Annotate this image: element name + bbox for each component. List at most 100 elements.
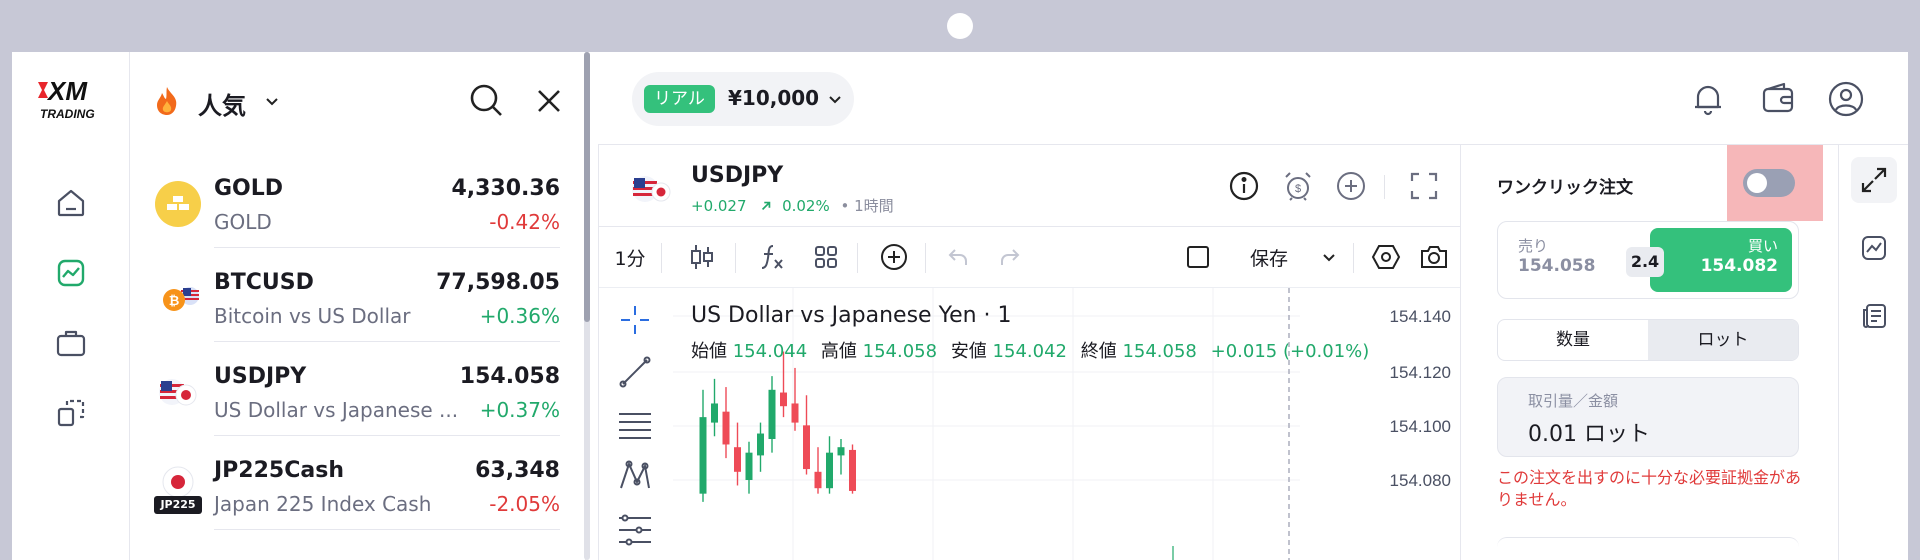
- close-label: 終値: [1080, 341, 1117, 362]
- tab-quantity[interactable]: 数量: [1498, 320, 1648, 360]
- row-symbol: USDJPY: [214, 364, 307, 389]
- row-change: -0.42%: [489, 210, 560, 234]
- spread-badge: 2.4: [1626, 247, 1664, 277]
- order-panel: ワンクリック注文 売り 154.058 買い 154.082 2.4 数量 ロッ…: [1460, 145, 1838, 560]
- bell-icon[interactable]: [1689, 80, 1727, 118]
- settings-hexagon-icon: [1371, 245, 1401, 269]
- app-window: XM TRADING 人気 GOLD GOLD 4,330.36 -0.42% …: [12, 52, 1908, 560]
- briefcase-icon: [56, 330, 86, 357]
- chart-settings-button[interactable]: [1369, 237, 1403, 277]
- fullscreen-icon[interactable]: [1407, 169, 1441, 203]
- user-profile-icon[interactable]: [1827, 80, 1865, 118]
- row-divider: [214, 529, 560, 530]
- watchlist-row-btcusd[interactable]: ₿ BTCUSD Bitcoin vs US Dollar 77,598.05 …: [130, 248, 580, 342]
- one-click-label: ワンクリック注文: [1497, 178, 1633, 198]
- row-price: 63,348: [475, 458, 560, 483]
- left-nav: XM TRADING: [12, 52, 130, 560]
- trade-panel-button[interactable]: [1851, 157, 1897, 203]
- chart-title: US Dollar vs Japanese Yen · 1: [691, 303, 1012, 328]
- candlestick-chart[interactable]: 154.140 154.120 154.100 154.080: [673, 288, 1461, 560]
- row-change: -2.05%: [489, 492, 560, 516]
- candle-body: [745, 452, 753, 480]
- nav-home-button[interactable]: [48, 180, 94, 226]
- toolbar-separator: [925, 243, 926, 273]
- info-icon[interactable]: [1227, 169, 1261, 203]
- candle-body: [849, 449, 856, 491]
- chart-icon: [57, 259, 85, 287]
- account-selector[interactable]: リアル ¥10,000: [632, 72, 854, 126]
- home-icon: [57, 189, 85, 217]
- chart-panel-button[interactable]: [1851, 225, 1897, 271]
- low-value: 154.042: [992, 341, 1067, 362]
- wallet-icon[interactable]: [1759, 80, 1797, 118]
- sell-price: 154.058: [1518, 256, 1596, 276]
- row-change: +0.37%: [479, 398, 560, 422]
- one-click-toggle[interactable]: [1743, 169, 1795, 197]
- watchlist-header: 人気: [130, 52, 586, 148]
- chevron-down-icon[interactable]: [264, 93, 280, 109]
- open-label: 始値: [691, 341, 727, 362]
- toolbar-separator: [857, 243, 858, 273]
- row-price: 77,598.05: [436, 270, 560, 295]
- pattern-tool-icon[interactable]: [615, 456, 655, 496]
- volume-value[interactable]: 0.01 ロット: [1528, 416, 1650, 448]
- arrow-up-right-icon: [762, 201, 771, 211]
- y-tick-label: 154.080: [1390, 471, 1451, 490]
- layout-button[interactable]: [809, 237, 843, 277]
- watchlist-row-usdjpy[interactable]: USDJPY US Dollar vs Japanese ... 154.058…: [130, 342, 580, 436]
- save-button[interactable]: 保存: [1239, 237, 1299, 277]
- instrument-symbol: USDJPY: [691, 163, 784, 188]
- watchlist-row-jp225cash[interactable]: JP225 JP225Cash Japan 225 Index Cash 63,…: [130, 436, 580, 530]
- sliders-icon[interactable]: [615, 508, 655, 548]
- buy-button[interactable]: 買い 154.082: [1650, 228, 1792, 292]
- watchlist-scrollbar-thumb[interactable]: [584, 52, 590, 322]
- chart-icon: [1862, 236, 1886, 260]
- volume-field[interactable]: 取引量／金額 0.01 ロット: [1497, 377, 1799, 457]
- add-circle-icon[interactable]: [1334, 169, 1368, 203]
- close-icon[interactable]: [532, 84, 566, 118]
- nav-chart-button[interactable]: [48, 250, 94, 296]
- order-panel-next-field[interactable]: [1497, 537, 1799, 560]
- toolbar-separator: [735, 243, 736, 273]
- gold-bars-icon: [155, 181, 201, 227]
- toggle-knob: [1747, 173, 1767, 193]
- market-watchlist: 人気 GOLD GOLD 4,330.36 -0.42% ₿ BTCUSD Bi…: [130, 52, 590, 560]
- nav-portfolio-button[interactable]: [48, 320, 94, 366]
- search-icon[interactable]: [468, 82, 504, 118]
- redo-icon: [1001, 249, 1020, 265]
- xm-trading-logo: XM TRADING: [38, 78, 95, 121]
- indicators-button[interactable]: [755, 237, 789, 277]
- jp225-badge: JP225: [154, 496, 202, 514]
- row-description: Bitcoin vs US Dollar: [214, 304, 411, 328]
- interval-button[interactable]: 1分: [613, 237, 647, 277]
- news-panel-button[interactable]: [1851, 293, 1897, 339]
- save-menu-button[interactable]: [1319, 237, 1339, 277]
- toolbar-separator: [1353, 243, 1354, 273]
- watchlist-category[interactable]: 人気: [198, 86, 246, 121]
- row-description: GOLD: [214, 210, 272, 234]
- trend-line-icon[interactable]: [615, 352, 655, 392]
- nav-copy-trading-button[interactable]: [48, 390, 94, 436]
- redo-button[interactable]: [993, 237, 1027, 277]
- margin-warning: この注文を出すのに十分な必要証拠金がありません。: [1497, 468, 1802, 509]
- screenshot-button[interactable]: [1417, 237, 1451, 277]
- svg-text:₿: ₿: [169, 293, 180, 308]
- watchlist-row-gold[interactable]: GOLD GOLD 4,330.36 -0.42%: [130, 154, 580, 248]
- tab-lot[interactable]: ロット: [1648, 320, 1798, 360]
- trade-buttons: 売り 154.058 買い 154.082 2.4: [1497, 221, 1799, 299]
- toolbar-separator: [1384, 175, 1385, 199]
- account-type-badge: リアル: [644, 85, 715, 113]
- select-mode-button[interactable]: [1181, 237, 1215, 277]
- row-description: Japan 225 Index Cash: [214, 492, 432, 516]
- high-value: 154.058: [862, 341, 938, 362]
- sell-button[interactable]: 売り 154.058: [1518, 236, 1595, 276]
- price-alert-icon[interactable]: $: [1281, 169, 1315, 203]
- usd-jpy-flags-icon: [632, 176, 671, 202]
- candle-type-button[interactable]: [685, 237, 719, 277]
- undo-button[interactable]: [941, 237, 975, 277]
- add-indicator-button[interactable]: [877, 237, 911, 277]
- chart-header-divider: [599, 226, 1461, 227]
- open-value: 154.044: [732, 341, 808, 362]
- crosshair-icon[interactable]: [615, 300, 655, 340]
- fib-lines-icon[interactable]: [615, 404, 655, 444]
